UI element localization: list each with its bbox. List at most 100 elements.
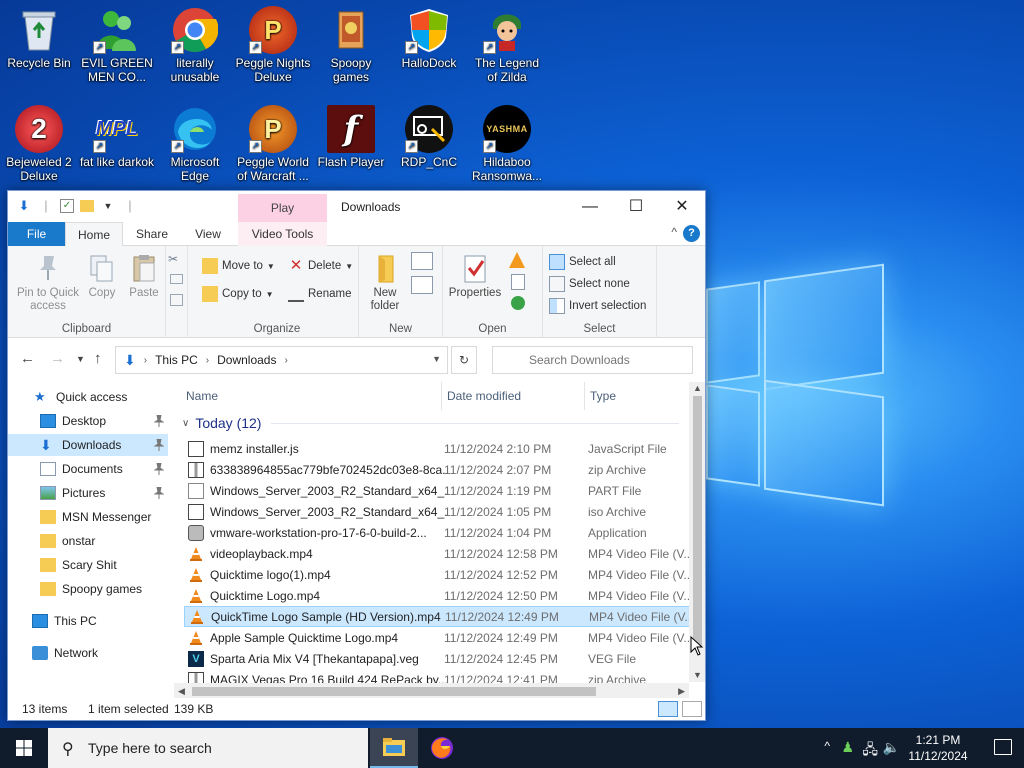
horizontal-scroll-thumb[interactable] bbox=[192, 687, 596, 696]
tab-file[interactable]: File bbox=[8, 222, 65, 246]
vertical-scroll-thumb[interactable] bbox=[693, 396, 702, 646]
user-status-icon[interactable]: ♟ bbox=[841, 739, 854, 756]
column-header-type[interactable]: Type bbox=[584, 382, 684, 410]
scroll-left-arrow-icon[interactable]: ◀ bbox=[178, 686, 185, 697]
column-header-date[interactable]: Date modified bbox=[441, 382, 584, 410]
table-row[interactable]: Windows_Server_2003_R2_Standard_x64_... … bbox=[184, 501, 692, 522]
tab-home[interactable]: Home bbox=[65, 222, 123, 247]
maximize-button[interactable]: ☐ bbox=[613, 191, 659, 222]
up-arrow-icon[interactable]: ↑ bbox=[94, 350, 102, 367]
tab-video-tools[interactable]: Video Tools bbox=[238, 222, 327, 246]
table-row-selected[interactable]: QuickTime Logo Sample (HD Version).mp4 1… bbox=[184, 606, 692, 627]
history-icon[interactable] bbox=[511, 296, 525, 310]
nav-onstar[interactable]: onstar bbox=[8, 530, 168, 552]
edit-icon[interactable] bbox=[511, 274, 525, 290]
volume-icon[interactable]: 🔈 bbox=[883, 739, 900, 756]
back-arrow-icon[interactable]: ← bbox=[20, 350, 35, 367]
breadcrumb-downloads[interactable]: Downloads bbox=[217, 353, 276, 367]
desktop-icon-legend-of-zilda[interactable]: ↗ The Legend of Zilda bbox=[469, 6, 545, 84]
desktop-icon-recycle-bin[interactable]: Recycle Bin bbox=[1, 6, 77, 70]
nav-desktop[interactable]: Desktop bbox=[8, 410, 168, 432]
paste-shortcut-icon[interactable] bbox=[170, 294, 183, 306]
breadcrumb-this-pc[interactable]: This PC bbox=[155, 353, 198, 367]
desktop-icon-literally-unusable[interactable]: ↗ literally unusable bbox=[157, 6, 233, 84]
taskbar-firefox[interactable] bbox=[418, 728, 466, 768]
table-row[interactable]: 633838964855ac779bfe702452dc03e8-8ca... … bbox=[184, 459, 692, 480]
nav-documents[interactable]: Documents bbox=[8, 458, 168, 480]
new-item-icon[interactable] bbox=[411, 252, 433, 270]
table-row[interactable]: Apple Sample Quicktime Logo.mp4 11/12/20… bbox=[184, 627, 692, 648]
table-row[interactable]: videoplayback.mp4 11/12/2024 12:58 PM MP… bbox=[184, 543, 692, 564]
copy-button[interactable]: Copy bbox=[84, 252, 120, 300]
nav-pictures[interactable]: Pictures bbox=[8, 482, 168, 504]
scroll-up-arrow-icon[interactable]: ▲ bbox=[693, 383, 702, 393]
table-row[interactable]: Windows_Server_2003_R2_Standard_x64_... … bbox=[184, 480, 692, 501]
clock[interactable]: 1:21 PM 11/12/2024 bbox=[902, 732, 974, 764]
desktop-icon-hallodock[interactable]: ↗ HalloDock bbox=[391, 6, 467, 70]
paste-button[interactable]: Paste bbox=[124, 252, 164, 300]
table-row[interactable]: vmware-workstation-pro-17-6-0-build-2...… bbox=[184, 522, 692, 543]
new-folder-button[interactable]: New folder bbox=[363, 252, 407, 313]
tab-share[interactable]: Share bbox=[126, 222, 178, 246]
new-folder-icon[interactable] bbox=[80, 200, 94, 212]
nav-downloads[interactable]: ⬇ Downloads bbox=[8, 434, 168, 456]
table-row[interactable]: Quicktime logo(1).mp4 11/12/2024 12:52 P… bbox=[184, 564, 692, 585]
minimize-button[interactable]: — bbox=[567, 191, 613, 222]
desktop-icon-flash-player[interactable]: f Flash Player bbox=[313, 105, 389, 169]
select-all-button[interactable]: Select all bbox=[549, 254, 616, 270]
properties-button[interactable]: Properties bbox=[447, 252, 503, 300]
desktop-icon-fat-like-darkok[interactable]: MPL ↗ fat like darkok bbox=[79, 105, 155, 169]
taskbar-search-box[interactable]: ⚲ Type here to search bbox=[48, 728, 368, 768]
table-row[interactable]: V Sparta Aria Mix V4 [Thekantapapa].veg … bbox=[184, 648, 692, 669]
desktop-icon-peggle-world-of-warcraft[interactable]: P ↗ Peggle World of Warcraft ... bbox=[235, 105, 311, 183]
close-button[interactable]: ✕ bbox=[659, 191, 705, 222]
table-row[interactable]: Quicktime Logo.mp4 11/12/2024 12:50 PM M… bbox=[184, 585, 692, 606]
address-bar[interactable]: ⬇ › This PC › Downloads › ▼ bbox=[115, 346, 448, 374]
file-explorer-window[interactable]: ⬇ | ✓ ▼ | Play Downloads — ☐ ✕ File Home… bbox=[7, 190, 706, 721]
nav-scary-shit[interactable]: Scary Shit bbox=[8, 554, 168, 576]
desktop-icon-rdp-cnc[interactable]: ↗ RDP_CnC bbox=[391, 105, 467, 169]
nav-spoopy-games[interactable]: Spoopy games bbox=[8, 578, 168, 600]
desktop-icon-hildaboo-ransomware[interactable]: YASHMA ↗ Hildaboo Ransomwa... bbox=[469, 105, 545, 183]
search-input[interactable] bbox=[492, 346, 693, 374]
refresh-button[interactable]: ↻ bbox=[451, 346, 477, 374]
move-to-button[interactable]: Move to ▼ bbox=[202, 258, 275, 274]
select-none-button[interactable]: Select none bbox=[549, 276, 630, 292]
desktop-icon-peggle-nights[interactable]: P ↗ Peggle Nights Deluxe bbox=[235, 6, 311, 84]
context-tab-play[interactable]: Play bbox=[238, 194, 327, 222]
nav-this-pc[interactable]: This PC bbox=[8, 610, 168, 632]
scroll-right-arrow-icon[interactable]: ▶ bbox=[678, 686, 685, 697]
nav-quick-access[interactable]: ★ Quick access bbox=[8, 386, 168, 408]
properties-check-icon[interactable]: ✓ bbox=[60, 199, 74, 213]
nav-msn-messenger[interactable]: MSN Messenger bbox=[8, 506, 168, 528]
copy-path-icon[interactable] bbox=[170, 274, 183, 284]
group-header-today[interactable]: ∨ Today (12) bbox=[174, 412, 679, 434]
scroll-down-arrow-icon[interactable]: ▼ bbox=[693, 670, 702, 680]
rename-button[interactable]: Rename bbox=[288, 286, 351, 302]
notification-center-icon[interactable] bbox=[994, 739, 1012, 755]
column-header-name[interactable]: Name bbox=[180, 382, 440, 410]
desktop-icon-spoopy-games[interactable]: Spoopy games bbox=[313, 6, 389, 84]
title-bar[interactable]: ⬇ | ✓ ▼ | Play Downloads — ☐ ✕ bbox=[8, 191, 705, 222]
collapse-ribbon-icon[interactable]: ^ bbox=[671, 225, 677, 239]
network-icon[interactable]: 🖧 bbox=[862, 739, 878, 763]
forward-arrow-icon[interactable]: → bbox=[50, 350, 65, 367]
taskbar-file-explorer[interactable] bbox=[370, 728, 418, 768]
nav-network[interactable]: Network bbox=[8, 642, 168, 664]
chevron-down-icon[interactable]: ▼ bbox=[100, 198, 116, 214]
desktop-icon-evil-green-men[interactable]: ↗ EVIL GREEN MEN CO... bbox=[79, 6, 155, 84]
copy-to-button[interactable]: Copy to ▼ bbox=[202, 286, 274, 302]
desktop-icon-microsoft-edge[interactable]: ↗ Microsoft Edge bbox=[157, 105, 233, 183]
delete-button[interactable]: ✕ Delete ▼ bbox=[288, 258, 353, 274]
show-hidden-icons-chevron-icon[interactable]: ^ bbox=[824, 739, 830, 753]
tab-view[interactable]: View bbox=[184, 222, 232, 246]
details-view-button[interactable] bbox=[658, 701, 678, 717]
start-button[interactable] bbox=[0, 728, 48, 768]
address-dropdown-chevron-icon[interactable]: ▼ bbox=[432, 354, 441, 364]
pin-quick-access-button[interactable]: Pin to Quick access bbox=[12, 252, 84, 313]
recent-locations-chevron-icon[interactable]: ▼ bbox=[76, 354, 85, 364]
help-icon[interactable]: ? bbox=[683, 225, 700, 242]
desktop-icon-bejeweled[interactable]: 2 Bejeweled 2 Deluxe bbox=[1, 105, 77, 183]
invert-selection-button[interactable]: Invert selection bbox=[549, 298, 646, 314]
easy-access-icon[interactable] bbox=[411, 276, 433, 294]
